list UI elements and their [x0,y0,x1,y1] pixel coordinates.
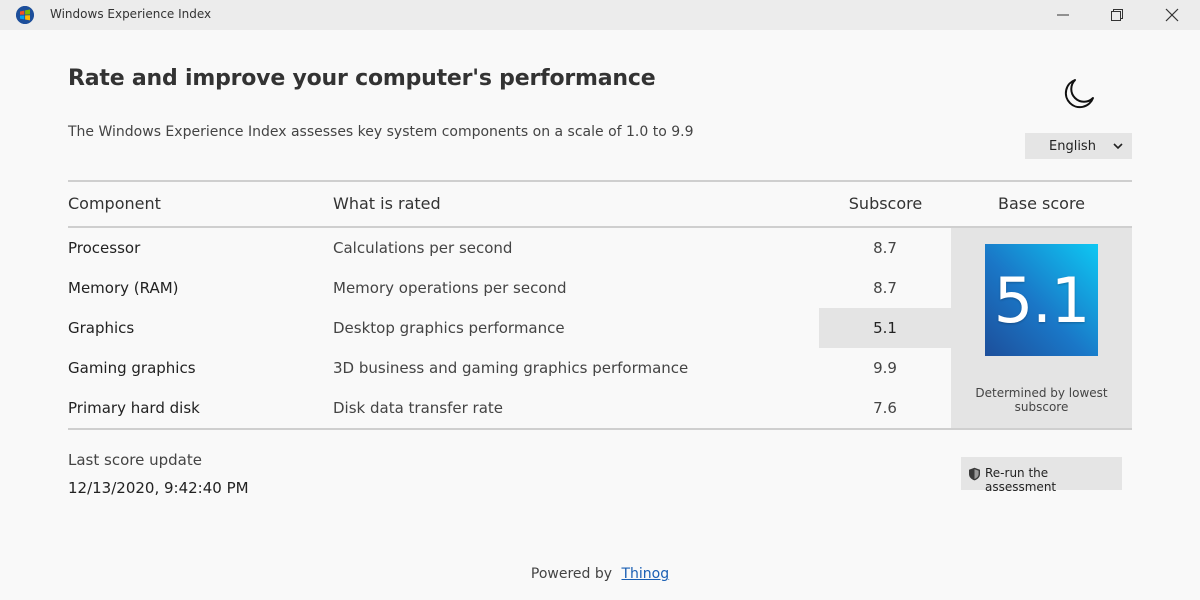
moon-icon [1064,79,1094,109]
table-row: Graphics Desktop graphics performance 5.… [68,308,951,348]
component-name: Memory (RAM) [68,279,179,297]
subscore-value-lowest: 5.1 [819,308,951,348]
component-description: Disk data transfer rate [333,399,504,417]
table-row: Gaming graphics 3D business and gaming g… [68,348,951,388]
restore-icon [1111,9,1123,21]
component-description: Desktop graphics performance [333,319,565,337]
base-score-tile: 5.1 [985,244,1098,356]
component-description: 3D business and gaming graphics performa… [333,359,689,377]
theme-toggle-button[interactable] [1060,76,1096,112]
table-top-divider [68,180,1132,182]
language-selected-value: English [1049,138,1096,154]
component-name: Graphics [68,319,135,337]
minimize-icon [1057,14,1069,16]
subscore-value: 9.9 [873,359,897,377]
page-subtitle: The Windows Experience Index assesses ke… [68,124,694,140]
column-header-base-score: Base score [997,194,1086,213]
chevron-down-icon [1113,143,1123,150]
column-header-subscore: Subscore [848,194,923,213]
title-bar: Windows Experience Index [0,0,1200,30]
component-description: Calculations per second [333,239,513,257]
footer-prefix: Powered by [530,566,613,582]
rerun-assessment-label: Re-run the assessment [985,466,1057,494]
language-select[interactable]: English [1025,133,1132,159]
column-header-component: Component [68,194,161,213]
windows-logo-icon [16,6,34,24]
component-name: Processor [68,239,141,257]
column-header-what-is-rated: What is rated [333,194,441,213]
window-title: Windows Experience Index [50,7,212,21]
footer: Powered by Thinog [0,566,1200,582]
subscore-value: 7.6 [873,399,897,417]
last-update-value: 12/13/2020, 9:42:40 PM [68,479,249,497]
restore-button[interactable] [1089,0,1145,30]
component-name: Gaming graphics [68,359,196,377]
page-title: Rate and improve your computer's perform… [68,66,656,91]
thinog-link[interactable]: Thinog [621,566,669,582]
base-score-caption: Determined by lowest subscore [975,386,1108,414]
subscore-value: 8.7 [873,279,897,297]
rerun-assessment-button[interactable]: Re-run the assessment [961,457,1122,494]
component-name: Primary hard disk [68,399,200,417]
table-row: Processor Calculations per second 8.7 [68,228,951,268]
shield-icon [969,467,980,481]
close-icon [1165,8,1179,22]
base-score-panel: 5.1 Determined by lowest subscore [951,228,1132,428]
subscore-value: 8.7 [873,239,897,257]
minimize-button[interactable] [1035,0,1091,30]
last-update-label: Last score update [68,451,202,469]
base-score-value: 5.1 [993,263,1091,337]
table-bottom-divider [68,428,1132,430]
close-button[interactable] [1144,0,1200,30]
table-row: Memory (RAM) Memory operations per secon… [68,268,951,308]
table-row: Primary hard disk Disk data transfer rat… [68,388,951,428]
component-description: Memory operations per second [333,279,567,297]
